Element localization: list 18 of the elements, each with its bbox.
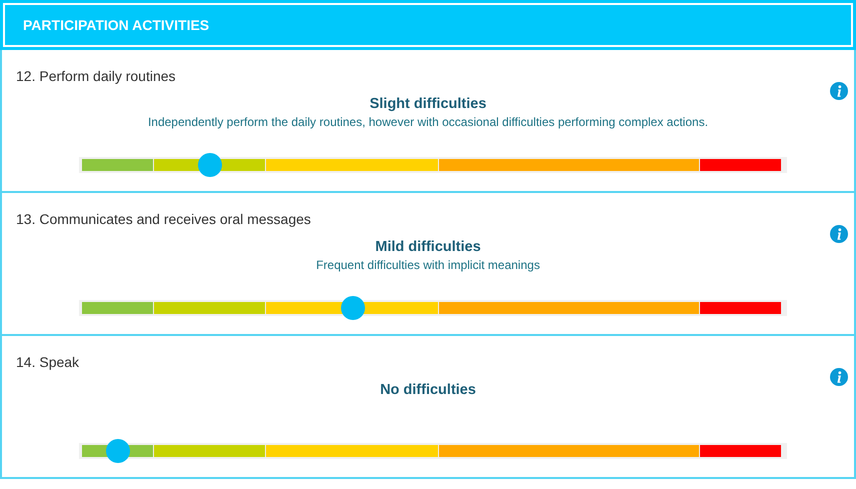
rating-label: No difficulties <box>380 382 476 398</box>
rating-description: Independently perform the daily routines, however with occasional difficulties performing complex actions. <box>148 115 708 129</box>
slider-thumb[interactable] <box>106 439 130 463</box>
info-icon[interactable] <box>830 368 848 386</box>
rating-label: Mild difficulties <box>375 239 481 255</box>
activity-title: 12. Perform daily routines <box>16 68 176 84</box>
slider-thumb[interactable] <box>340 296 365 320</box>
rating-description: Frequent difficulties with implicit meanings <box>316 258 540 272</box>
difficulty-slider[interactable] <box>79 296 787 320</box>
rating-label: Slight difficulties <box>370 96 486 112</box>
difficulty-slider[interactable] <box>79 153 787 177</box>
info-icon[interactable] <box>830 82 848 100</box>
activity-title: 13. Communicates and receives oral messages <box>16 211 311 227</box>
activity-title: 14. Speak <box>16 354 80 370</box>
info-icon[interactable] <box>830 225 848 243</box>
slider-thumb[interactable] <box>198 153 222 177</box>
difficulty-slider[interactable] <box>79 439 787 463</box>
section-title: PARTICIPATION ACTIVITIES <box>23 17 210 33</box>
